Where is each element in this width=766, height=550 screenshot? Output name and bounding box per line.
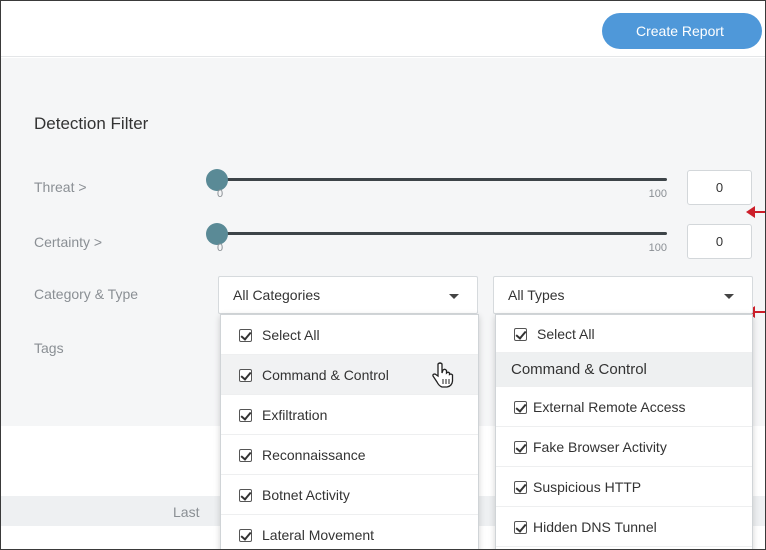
top-bar: Create Report xyxy=(1,1,765,57)
checkbox-checked-icon[interactable] xyxy=(239,489,252,502)
category-option-lateral-movement[interactable]: Lateral Movement xyxy=(221,515,478,549)
checkbox-checked-icon[interactable] xyxy=(239,449,252,462)
type-dropdown-menu: Select All Command & Control External Re… xyxy=(495,314,753,549)
option-label: Lateral Movement xyxy=(262,527,375,543)
type-option-suspicious-http[interactable]: Suspicious HTTP xyxy=(496,467,752,507)
threat-slider[interactable]: 0 100 xyxy=(206,166,667,200)
last-label: Last xyxy=(173,504,200,520)
option-label: Suspicious HTTP xyxy=(533,479,642,495)
type-select-value: All Types xyxy=(508,287,565,303)
checkbox-checked-icon[interactable] xyxy=(514,401,527,414)
type-option-external-remote-access[interactable]: External Remote Access xyxy=(496,387,752,427)
checkbox-checked-icon[interactable] xyxy=(239,329,252,342)
option-label: Fake Browser Activity xyxy=(533,439,667,455)
type-select[interactable]: All Types xyxy=(493,276,753,314)
threat-value-input[interactable]: 0 xyxy=(687,170,752,205)
checkbox-checked-icon[interactable] xyxy=(514,521,527,534)
checkbox-checked-icon[interactable] xyxy=(239,369,252,382)
category-dropdown-menu: Select All Command & Control Exfiltratio… xyxy=(220,314,479,549)
option-label: External Remote Access xyxy=(533,399,686,415)
category-select-value: All Categories xyxy=(233,287,321,303)
certainty-max-label: 100 xyxy=(648,242,667,254)
option-label: Reconnaissance xyxy=(262,447,366,463)
category-option-botnet-activity[interactable]: Botnet Activity xyxy=(221,475,478,515)
threat-min-label: 0 xyxy=(217,188,224,200)
chevron-down-icon xyxy=(724,294,734,299)
checkbox-checked-icon[interactable] xyxy=(239,409,252,422)
category-option-exfiltration[interactable]: Exfiltration xyxy=(221,395,478,435)
certainty-value-input[interactable]: 0 xyxy=(687,224,752,259)
threat-max-label: 100 xyxy=(648,188,667,200)
option-label: Hidden DNS Tunnel xyxy=(533,519,657,535)
checkbox-checked-icon[interactable] xyxy=(514,441,527,454)
checkbox-checked-icon[interactable] xyxy=(514,481,527,494)
create-report-button[interactable]: Create Report xyxy=(602,13,762,49)
option-label: Exfiltration xyxy=(262,407,328,423)
certainty-label: Certainty > xyxy=(34,234,103,250)
type-option-select-all[interactable]: Select All xyxy=(496,315,752,353)
chevron-down-icon xyxy=(449,294,459,299)
certainty-slider[interactable]: 0 100 xyxy=(206,220,667,254)
annotation-arrow-icon xyxy=(746,206,765,218)
app-frame: Create Report Detection Filter Threat > … xyxy=(0,0,766,550)
type-option-fake-browser-activity[interactable]: Fake Browser Activity xyxy=(496,427,752,467)
annotation-arrow-icon xyxy=(746,306,765,318)
type-group-header: Command & Control xyxy=(496,353,752,387)
section-title: Detection Filter xyxy=(34,114,149,133)
certainty-min-label: 0 xyxy=(217,242,224,254)
hand-pointer-cursor-icon xyxy=(432,362,454,388)
threat-slider-track[interactable] xyxy=(217,178,667,181)
category-select[interactable]: All Categories xyxy=(218,276,478,314)
checkbox-checked-icon[interactable] xyxy=(514,328,527,341)
option-label: Select All xyxy=(537,326,595,342)
checkbox-checked-icon[interactable] xyxy=(239,529,252,542)
category-type-label: Category & Type xyxy=(34,286,139,302)
threat-label: Threat > xyxy=(34,179,87,195)
category-option-select-all[interactable]: Select All xyxy=(221,315,478,355)
certainty-slider-track[interactable] xyxy=(217,232,667,235)
category-option-reconnaissance[interactable]: Reconnaissance xyxy=(221,435,478,475)
option-label: Select All xyxy=(262,327,320,343)
option-label: Botnet Activity xyxy=(262,487,350,503)
type-option-hidden-dns-tunnel[interactable]: Hidden DNS Tunnel xyxy=(496,507,752,547)
tags-label: Tags xyxy=(34,340,64,356)
option-label: Command & Control xyxy=(262,367,389,383)
